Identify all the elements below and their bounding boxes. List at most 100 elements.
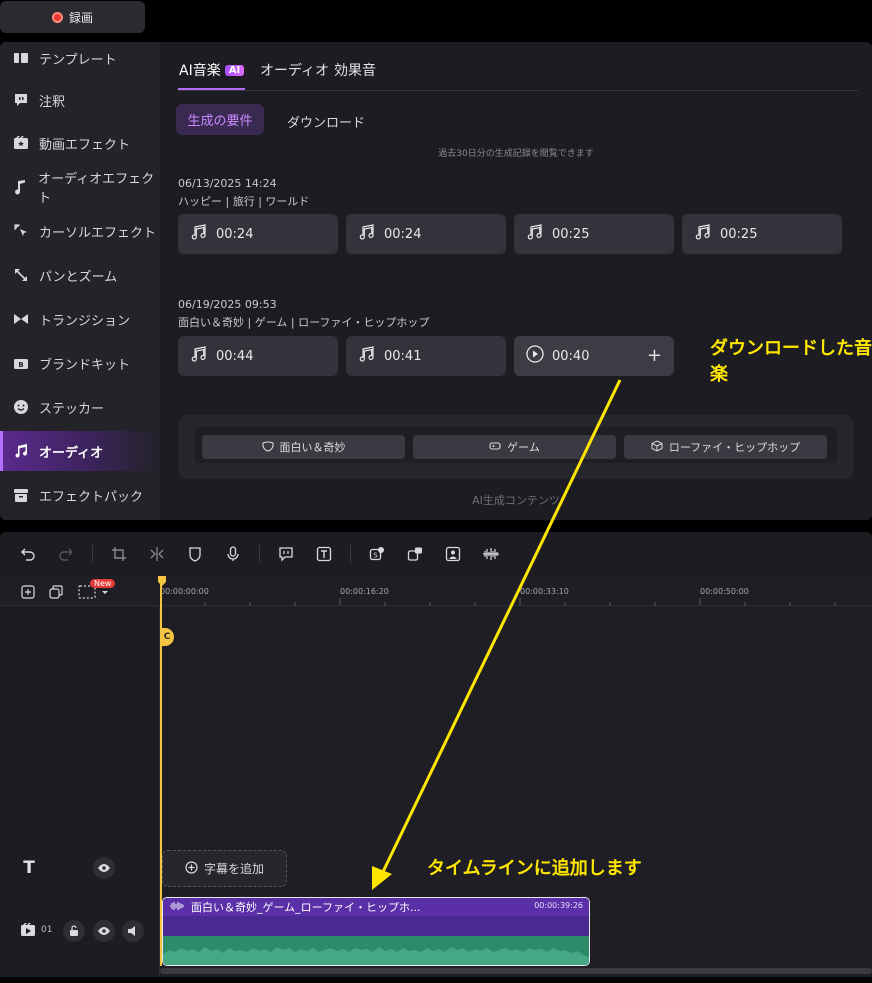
timeline: New T 01 00:00:00:00 00:00:16:20 00:00:3… <box>0 576 872 977</box>
music-track-card[interactable]: 00:41 <box>346 336 506 376</box>
panel-splitter[interactable] <box>0 520 872 532</box>
sidebar-item-label: オーディオ <box>39 445 104 461</box>
tab-ai-music[interactable]: AI音楽 AI <box>179 60 245 80</box>
prompt-tags-box: 面白い＆奇妙 ゲーム ローファイ・ヒップホップ <box>178 415 854 479</box>
split-icon[interactable] <box>148 545 166 563</box>
caption-icon[interactable] <box>406 545 424 563</box>
microphone-icon[interactable] <box>224 545 242 563</box>
audio-waveform-icon <box>169 901 185 914</box>
transition-icon <box>12 311 29 328</box>
history-note: 過去30日分の生成記録を閲覧できます <box>438 149 594 159</box>
text-icon[interactable] <box>315 545 333 563</box>
sidebar-item-sticker[interactable]: ステッカー <box>0 387 160 427</box>
music-track-card[interactable]: 00:25 <box>682 214 842 254</box>
music-note-icon <box>526 223 544 245</box>
track-duration: 00:40 <box>552 348 590 364</box>
sidebar-item-pan-zoom[interactable]: パンとズーム <box>0 255 160 295</box>
sidebar-item-effect-pack[interactable]: エフェクトパック <box>0 475 160 515</box>
toolbar-separator <box>350 545 351 563</box>
clip-duration: 00:00:39:26 <box>534 901 583 910</box>
plus-circle-icon <box>185 860 198 877</box>
tag-label: 面白い＆奇妙 <box>279 441 346 454</box>
speaker-icon[interactable] <box>122 920 144 942</box>
audio-waveform-icon[interactable] <box>482 545 500 563</box>
toolbar-separator <box>92 545 93 563</box>
svg-text:S: S <box>373 552 378 560</box>
subtab-download[interactable]: ダウンロード <box>287 112 365 131</box>
crop-icon[interactable] <box>110 545 128 563</box>
add-to-timeline-icon[interactable]: + <box>647 345 662 366</box>
effect-pack-icon <box>12 487 29 504</box>
sidebar-item-template[interactable]: テンプレート <box>0 42 160 78</box>
sidebar-item-audio[interactable]: オーディオ <box>0 431 160 471</box>
sidebar-item-label: ステッカー <box>39 401 105 417</box>
duplicate-icon[interactable] <box>48 584 64 600</box>
music-note-icon <box>190 223 208 245</box>
clip-volume-band <box>163 916 589 936</box>
ruler-ticks <box>160 598 836 606</box>
speed-icon[interactable]: S <box>368 545 386 563</box>
tag-button[interactable]: ゲーム <box>413 435 616 459</box>
music-track-card[interactable]: 00:25 <box>514 214 674 254</box>
person-frame-icon[interactable] <box>444 545 462 563</box>
timeline-header-controls: New <box>0 576 160 606</box>
clip-waveform <box>163 936 589 965</box>
annotation-icon <box>12 92 29 109</box>
template-icon <box>12 50 29 67</box>
playhead-marker-icon[interactable]: C <box>160 628 174 646</box>
undo-icon[interactable] <box>19 545 37 563</box>
audio-effect-icon <box>12 179 28 196</box>
sidebar: テンプレート 注釈 動画エフェクト オーディオエフェクト カーソルエフェクト パ… <box>0 42 160 520</box>
shield-icon[interactable] <box>186 545 204 563</box>
subtab-generation-requirements[interactable]: 生成の要件 <box>176 104 264 135</box>
sidebar-item-label: 動画エフェクト <box>39 137 131 153</box>
tab-audio[interactable]: オーディオ <box>260 60 329 80</box>
add-track-icon[interactable] <box>20 584 36 600</box>
music-track-card[interactable]: 00:24 <box>346 214 506 254</box>
pan-zoom-icon <box>12 267 29 284</box>
audio-clip[interactable]: 面白い＆奇妙_ゲーム_ローファイ・ヒップホ... 00:00:39:26 <box>162 897 590 966</box>
cube-icon <box>651 439 663 455</box>
track-duration: 00:25 <box>552 226 590 242</box>
annotation-bubble-icon[interactable] <box>277 545 295 563</box>
sidebar-item-label: ブランドキット <box>39 357 131 373</box>
redo-icon[interactable] <box>57 545 75 563</box>
record-button[interactable]: 録画 <box>0 1 145 33</box>
sidebar-item-transition[interactable]: トランジション <box>0 299 160 339</box>
unlock-icon[interactable] <box>63 920 85 942</box>
mask-icon <box>261 440 274 455</box>
sidebar-item-brand-kit[interactable]: B ブランドキット <box>0 343 160 383</box>
tag-button[interactable]: ローファイ・ヒップホップ <box>624 435 827 459</box>
tag-label: ゲーム <box>507 441 540 454</box>
eye-icon[interactable] <box>93 920 115 942</box>
track-duration: 00:25 <box>720 226 758 242</box>
sidebar-item-video-effect[interactable]: 動画エフェクト <box>0 123 160 163</box>
sidebar-item-audio-effect[interactable]: オーディオエフェクト <box>0 167 160 207</box>
horizontal-scrollbar[interactable] <box>160 968 872 974</box>
group-date: 06/19/2025 09:53 <box>178 298 277 311</box>
music-track-card[interactable]: 00:24 <box>178 214 338 254</box>
music-track-card-downloaded[interactable]: 00:40 + <box>514 336 674 376</box>
gamepad-icon <box>489 440 501 455</box>
sidebar-item-annotation[interactable]: 注釈 <box>0 80 160 120</box>
ai-badge: AI <box>224 65 245 76</box>
record-dot-icon <box>51 11 63 23</box>
add-caption-button[interactable]: 字幕を追加 <box>162 850 287 887</box>
play-icon[interactable] <box>526 345 544 367</box>
add-caption-label: 字幕を追加 <box>203 862 264 876</box>
tag-button[interactable]: 面白い＆奇妙 <box>202 435 405 459</box>
sidebar-item-label: 注釈 <box>39 94 66 110</box>
sidebar-item-cursor-effect[interactable]: カーソルエフェクト <box>0 211 160 251</box>
new-badge: New <box>90 579 116 588</box>
group-tags: ハッピー | 旅行 | ワールド <box>178 195 310 208</box>
sticker-icon <box>12 399 29 416</box>
callout-add-to-timeline: タイムラインに追加します <box>427 858 642 879</box>
music-track-card[interactable]: 00:44 <box>178 336 338 376</box>
track-duration: 00:24 <box>216 226 254 242</box>
tab-sound-effects[interactable]: 効果音 <box>334 60 376 80</box>
video-effect-icon <box>12 135 29 152</box>
timeline-ruler[interactable]: 00:00:00:00 00:00:16:20 00:00:33:10 00:0… <box>160 576 872 606</box>
track-number: 01 <box>41 925 53 935</box>
eye-icon[interactable] <box>93 857 115 879</box>
group-tags: 面白い＆奇妙 | ゲーム | ローファイ・ヒップホップ <box>178 316 430 329</box>
